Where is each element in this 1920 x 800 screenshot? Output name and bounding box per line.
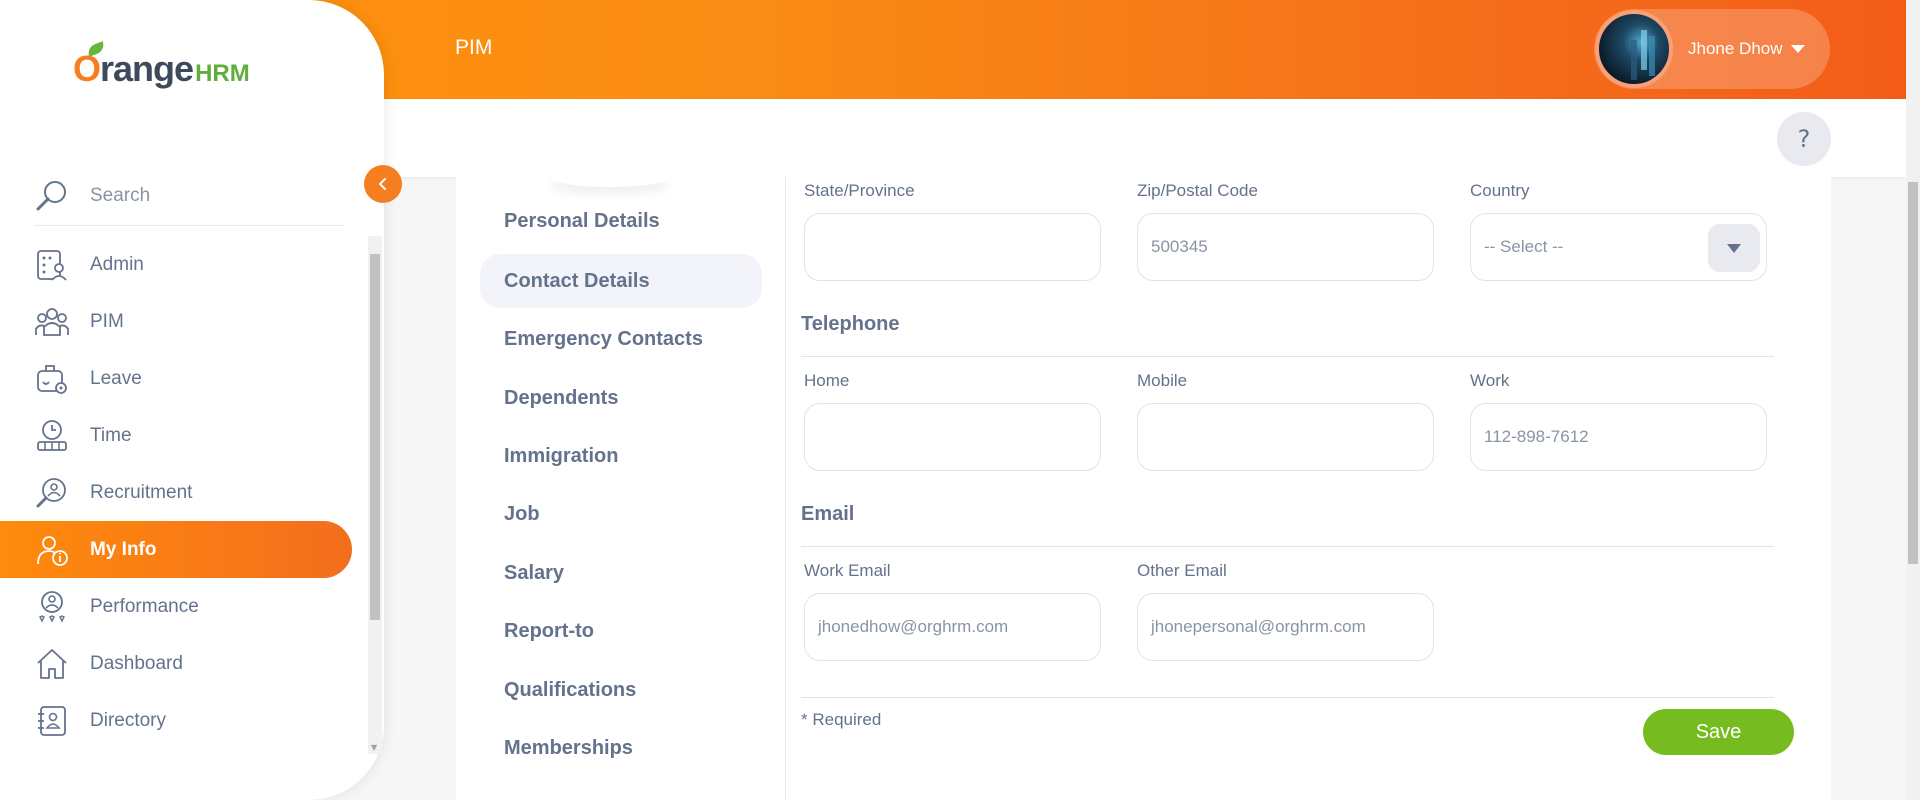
state-province-label: State/Province [804,181,915,200]
tab-personal-details[interactable]: Personal Details [480,194,762,248]
pim-icon [34,304,70,340]
sidebar-item-admin[interactable]: Admin [0,236,352,293]
leave-icon [34,361,70,397]
country-select[interactable]: -- Select -- [1470,213,1767,281]
email-divider [801,546,1774,547]
tab-report-to[interactable]: Report-to [480,604,762,658]
page-scrollbar-thumb[interactable] [1908,182,1918,564]
sidebar-item-label: Recruitment [90,481,193,503]
avatar[interactable] [1595,10,1673,88]
logo-hrm-text: HRM [195,60,250,87]
sidebar-item-recruitment[interactable]: Recruitment [0,464,352,521]
sidebar-item-pim[interactable]: PIM [0,293,352,350]
collapse-sidebar-button[interactable] [364,165,402,203]
sidebar-item-dashboard[interactable]: Dashboard [0,635,352,692]
search-label: Search [90,184,151,206]
home-phone-input[interactable] [804,403,1101,471]
zip-code-input[interactable]: 500345 [1137,213,1434,281]
sidebar-item-label: Performance [90,595,199,617]
sidebar-item-performance[interactable]: Performance [0,578,352,635]
tab-dependents[interactable]: Dependents [480,371,762,425]
mobile-phone-label: Mobile [1137,371,1188,390]
email-section-title: Email [801,503,855,525]
chevron-down-icon[interactable] [1708,224,1760,272]
telephone-section-title: Telephone [801,313,900,335]
work-phone-input[interactable]: 112-898-7612 [1470,403,1767,471]
sidebar: Orange HRM Search Admin PIM Leave Time R… [0,0,384,800]
contact-details-card: Personal Details Contact Details Emergen… [456,177,1831,800]
contact-details-form: State/Province Zip/Postal Code 500345 Co… [786,177,1831,800]
search-icon [36,180,66,210]
work-email-label: Work Email [804,561,891,580]
country-select-value: -- Select -- [1484,237,1564,256]
scroll-down-arrow-icon[interactable]: ▼ [371,743,377,752]
main-menu: Admin PIM Leave Time Recruitment My Info… [0,236,352,749]
work-phone-label: Work [1470,371,1510,390]
tab-qualifications[interactable]: Qualifications [480,663,762,717]
footer-divider [801,697,1774,698]
save-button[interactable]: Save [1643,709,1794,755]
sidebar-item-label: Time [90,424,132,446]
zip-code-label: Zip/Postal Code [1137,181,1258,200]
sidebar-item-directory[interactable]: Directory [0,692,352,749]
sidebar-item-label: Dashboard [90,652,183,674]
directory-icon [34,703,70,739]
work-email-input[interactable]: jhonedhow@orghrm.com [804,593,1101,661]
chevron-left-icon [379,178,386,190]
state-province-input[interactable] [804,213,1101,281]
tab-contact-details[interactable]: Contact Details [480,254,762,308]
country-label: Country [1470,181,1530,200]
time-icon [34,418,70,454]
dashboard-icon [34,646,70,682]
mobile-phone-input[interactable] [1137,403,1434,471]
caret-down-icon[interactable] [1790,45,1805,53]
sidebar-item-time[interactable]: Time [0,407,352,464]
sidebar-scrollbar-thumb[interactable] [370,254,380,620]
help-button[interactable]: ? [1777,112,1831,166]
sidebar-item-label: Admin [90,253,144,275]
admin-icon [34,247,70,283]
sidebar-item-label: Leave [90,367,142,389]
tab-job[interactable]: Job [480,487,762,541]
user-dropdown[interactable]: Jhone Dhow [1594,9,1830,89]
sidebar-search[interactable]: Search [34,166,344,226]
home-phone-label: Home [804,371,850,390]
recruitment-icon [34,475,70,511]
user-name: Jhone Dhow [1688,39,1783,58]
sidebar-item-label: Directory [90,709,167,731]
sidebar-scrollbar[interactable]: ▼ [368,236,382,754]
other-email-label: Other Email [1137,561,1227,580]
module-title: PIM [455,36,493,59]
tab-salary[interactable]: Salary [480,546,762,600]
my-info-icon [34,532,70,568]
sidebar-item-leave[interactable]: Leave [0,350,352,407]
sidebar-item-my-info[interactable]: My Info [0,521,352,578]
employee-tabs: Personal Details Contact Details Emergen… [456,177,786,800]
telephone-divider [801,356,1774,357]
performance-icon [34,589,70,625]
tab-emergency-contacts[interactable]: Emergency Contacts [480,312,762,366]
orangehrm-logo[interactable]: Orange HRM [73,41,250,90]
sidebar-item-label: PIM [90,310,124,332]
sidebar-item-label: My Info [90,538,157,560]
tab-immigration[interactable]: Immigration [480,429,762,483]
page-scrollbar[interactable] [1906,0,1920,800]
required-note: * Required [801,710,882,729]
tab-memberships[interactable]: Memberships [480,721,762,775]
other-email-input[interactable]: jhonepersonal@orghrm.com [1137,593,1434,661]
